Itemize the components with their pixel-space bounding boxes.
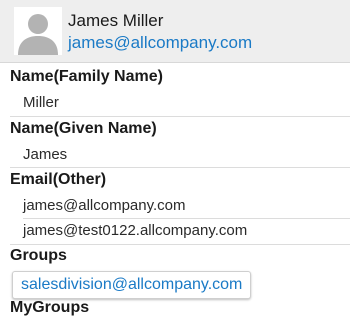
divider <box>10 167 350 168</box>
email-other-label: Email(Other) <box>10 171 107 188</box>
given-name-value: James <box>23 146 68 163</box>
divider <box>10 116 350 117</box>
mygroups-label: MyGroups <box>10 299 90 316</box>
email-other-value: james@allcompany.com <box>23 197 186 214</box>
groups-label: Groups <box>10 247 67 264</box>
family-name-value: Miller <box>23 94 59 111</box>
divider <box>23 218 350 219</box>
email-other-value: james@test0122.allcompany.com <box>23 222 248 239</box>
person-silhouette-icon <box>14 7 62 55</box>
divider <box>10 244 350 245</box>
avatar[interactable] <box>14 7 62 55</box>
family-name-label: Name(Family Name) <box>10 68 163 85</box>
contact-email-link[interactable]: james@allcompany.com <box>68 33 252 53</box>
group-chip[interactable]: salesdivision@allcompany.com <box>12 271 252 299</box>
contact-name: James Miller <box>68 11 164 30</box>
contact-header: James Miller james@allcompany.com <box>0 0 350 63</box>
given-name-label: Name(Given Name) <box>10 120 157 137</box>
